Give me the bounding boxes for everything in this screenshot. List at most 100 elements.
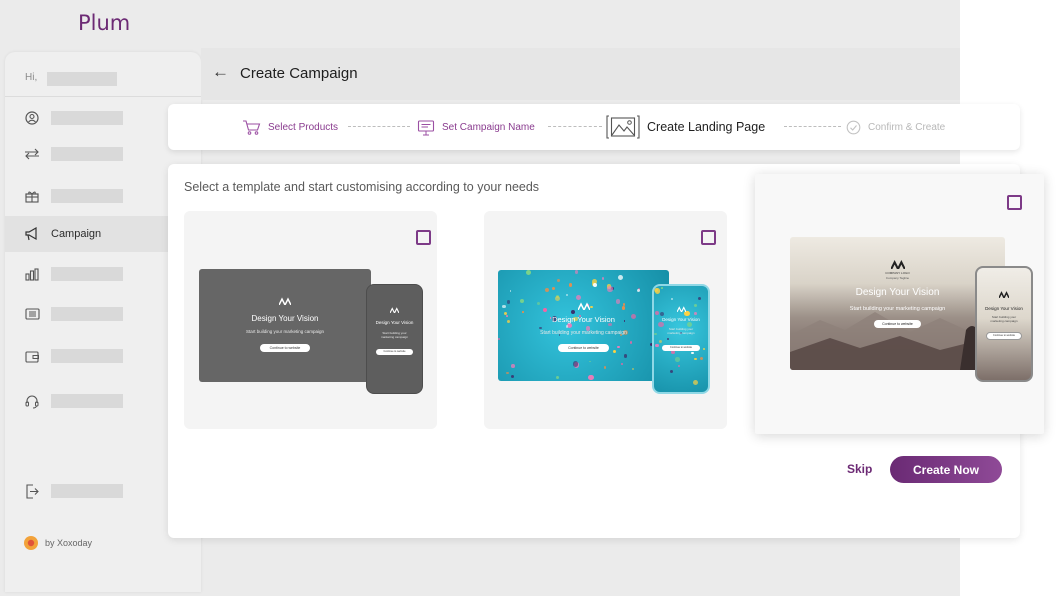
preview-cta: Continue to website [986, 331, 1022, 340]
step-connector [548, 126, 602, 127]
preview-cta: Continue to website [375, 348, 414, 355]
brand-mark-icon [390, 307, 399, 313]
confetti-dot [556, 375, 560, 379]
page-title: Create Campaign [240, 65, 358, 82]
step-label: Set Campaign Name [442, 121, 535, 133]
confetti-dot [592, 283, 597, 287]
arrow-left-icon[interactable]: ← [212, 62, 229, 82]
confetti-dot [700, 357, 704, 361]
confetti-dot [660, 287, 663, 290]
preview-cta: Continue to website [259, 344, 311, 352]
confetti-dot [574, 270, 579, 274]
confetti-dot [624, 354, 628, 358]
sidebar-label-placeholder [51, 189, 123, 203]
preview-subtext: Start building your marketing campaign [380, 331, 408, 339]
confetti-dot [556, 278, 560, 282]
gift-box-icon [21, 186, 43, 206]
step-connector [784, 126, 841, 127]
confetti-dot [576, 295, 582, 301]
mobile-preview: Design Your Vision Start building your m… [652, 284, 710, 394]
step-connector [348, 126, 410, 127]
step-label: Create Landing Page [647, 120, 766, 134]
confetti-dot [603, 366, 607, 369]
brand-mark-icon [279, 297, 291, 305]
confetti-dot [697, 296, 702, 301]
xoxoday-logo-icon [24, 536, 38, 550]
preview-cta: Continue to website [874, 320, 921, 328]
preview-company: COMPANY LOGO [885, 271, 910, 275]
confetti-dot [669, 370, 674, 374]
confetti-dot [654, 288, 661, 294]
step-create-landing-page[interactable]: Create Landing Page [606, 104, 765, 150]
headset-icon [21, 391, 43, 411]
template-checkbox[interactable] [701, 230, 716, 245]
preview-subtext: Start building your marketing campaign [667, 327, 695, 335]
preview-headline: Design Your Vision [251, 314, 319, 323]
campaign-stepper: Select Products Set Campaign Name Create… [168, 104, 1020, 150]
confetti-dot [568, 282, 573, 287]
logout-icon [21, 481, 43, 501]
brand-mark-icon [999, 291, 1009, 298]
confetti-dot [607, 286, 613, 292]
confetti-dot [632, 367, 635, 370]
confetti-dot [637, 289, 641, 293]
landscape-image-icon [606, 115, 640, 139]
preview-tagline: Company Tagline [885, 276, 910, 280]
app-screen: Plum Hi, Campaign by Xoxoday ← Create Ca… [0, 0, 1056, 596]
confetti-dot [617, 275, 623, 281]
preview-subtext: Start building your marketing campaign [540, 330, 627, 336]
brand-mark-icon [890, 260, 905, 269]
brand-logo[interactable]: Plum [78, 11, 130, 35]
preview-cta: Continue to website [558, 344, 609, 352]
confetti-dot [544, 288, 550, 293]
confetti-dot [694, 357, 697, 361]
list-card-icon [21, 304, 43, 324]
greeting-label: Hi, [25, 72, 38, 83]
brand-mark-icon [676, 306, 686, 312]
template-card-mountain[interactable]: COMPANY LOGO Company Tagline Design Your… [755, 174, 1044, 434]
sidebar-label-placeholder [51, 307, 123, 321]
template-card-dark[interactable]: Design Your Vision Start building your m… [184, 211, 437, 429]
template-checkbox[interactable] [1007, 195, 1022, 210]
step-select-products[interactable]: Select Products [242, 104, 338, 150]
preview-headline: Design Your Vision [552, 315, 615, 324]
desktop-preview: Design Your Vision Start building your m… [199, 269, 371, 382]
confetti-dot [525, 270, 531, 276]
confetti-dot [677, 364, 680, 367]
template-checkbox[interactable] [416, 230, 431, 245]
step-confirm-create[interactable]: Confirm & Create [846, 104, 945, 150]
sidebar-label-placeholder [51, 394, 123, 408]
confetti-dot [506, 372, 509, 375]
mobile-preview: Design Your Vision Start building your m… [366, 284, 423, 394]
sidebar-label-placeholder [51, 111, 123, 125]
powered-by[interactable]: by Xoxoday [23, 535, 92, 551]
step-set-campaign-name[interactable]: Set Campaign Name [417, 104, 535, 150]
cart-icon [243, 119, 261, 135]
confetti-dot [601, 276, 605, 280]
confetti-dot [566, 294, 569, 297]
sidebar-label-placeholder [51, 147, 123, 161]
confetti-dot [675, 357, 680, 362]
megaphone-icon [21, 224, 43, 244]
preview-subtext: Start building your marketing campaign [990, 315, 1018, 323]
confetti-dot [551, 287, 555, 291]
confetti-dot [509, 290, 512, 293]
confetti-dot [588, 374, 594, 380]
sidebar-label-placeholder [51, 349, 123, 363]
desktop-preview: COMPANY LOGO Company Tagline Design Your… [790, 237, 1005, 370]
preview-subtext: Start building your marketing campaign [245, 329, 325, 334]
desktop-preview: Design Your Vision Start building your m… [498, 270, 669, 381]
sidebar-label-placeholder [51, 267, 123, 281]
sidebar-item-label: Campaign [51, 228, 102, 240]
template-card-teal[interactable]: Design Your Vision Start building your m… [484, 211, 727, 429]
brand-mark-icon [577, 302, 590, 310]
create-now-button[interactable]: Create Now [890, 456, 1002, 483]
preview-headline: Design Your Vision [662, 317, 700, 322]
preview-cta: Continue to website [662, 344, 700, 351]
sidebar-label-placeholder [51, 484, 123, 498]
skip-button[interactable]: Skip [847, 462, 872, 476]
powered-by-label: by Xoxoday [45, 538, 93, 548]
preview-headline: Design Your Vision [375, 320, 414, 325]
confetti-dot [671, 297, 674, 300]
confetti-dot [588, 360, 591, 363]
